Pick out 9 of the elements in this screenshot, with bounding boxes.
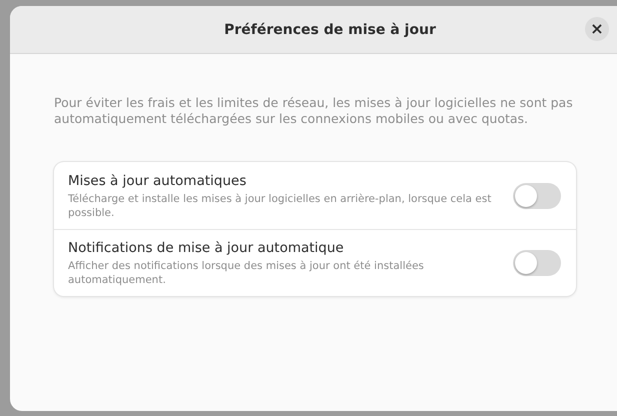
setting-title: Mises à jour automatiques (68, 172, 248, 190)
close-button[interactable]: × (585, 17, 609, 41)
setting-description: Afficher des notifications lorsque des mises à jour ont été installées automatiquement. (68, 259, 425, 287)
setting-title: Notifications de mise à jour automatique (68, 239, 345, 257)
setting-description: Télécharge et installe les mises à jour logicielles en arrière-plan, lorsque cela est possible. (68, 192, 492, 220)
description-text: Pour éviter les frais et les limites de réseau, les mises à jour logicielles ne sont pas automatiquement téléchargées sur les connexions mobiles ou avec quotas. (54, 95, 574, 127)
toggle-switch[interactable] (513, 250, 561, 276)
window-title: Préférences de mise à jour (224, 22, 436, 38)
toggle-switch[interactable] (513, 182, 561, 208)
